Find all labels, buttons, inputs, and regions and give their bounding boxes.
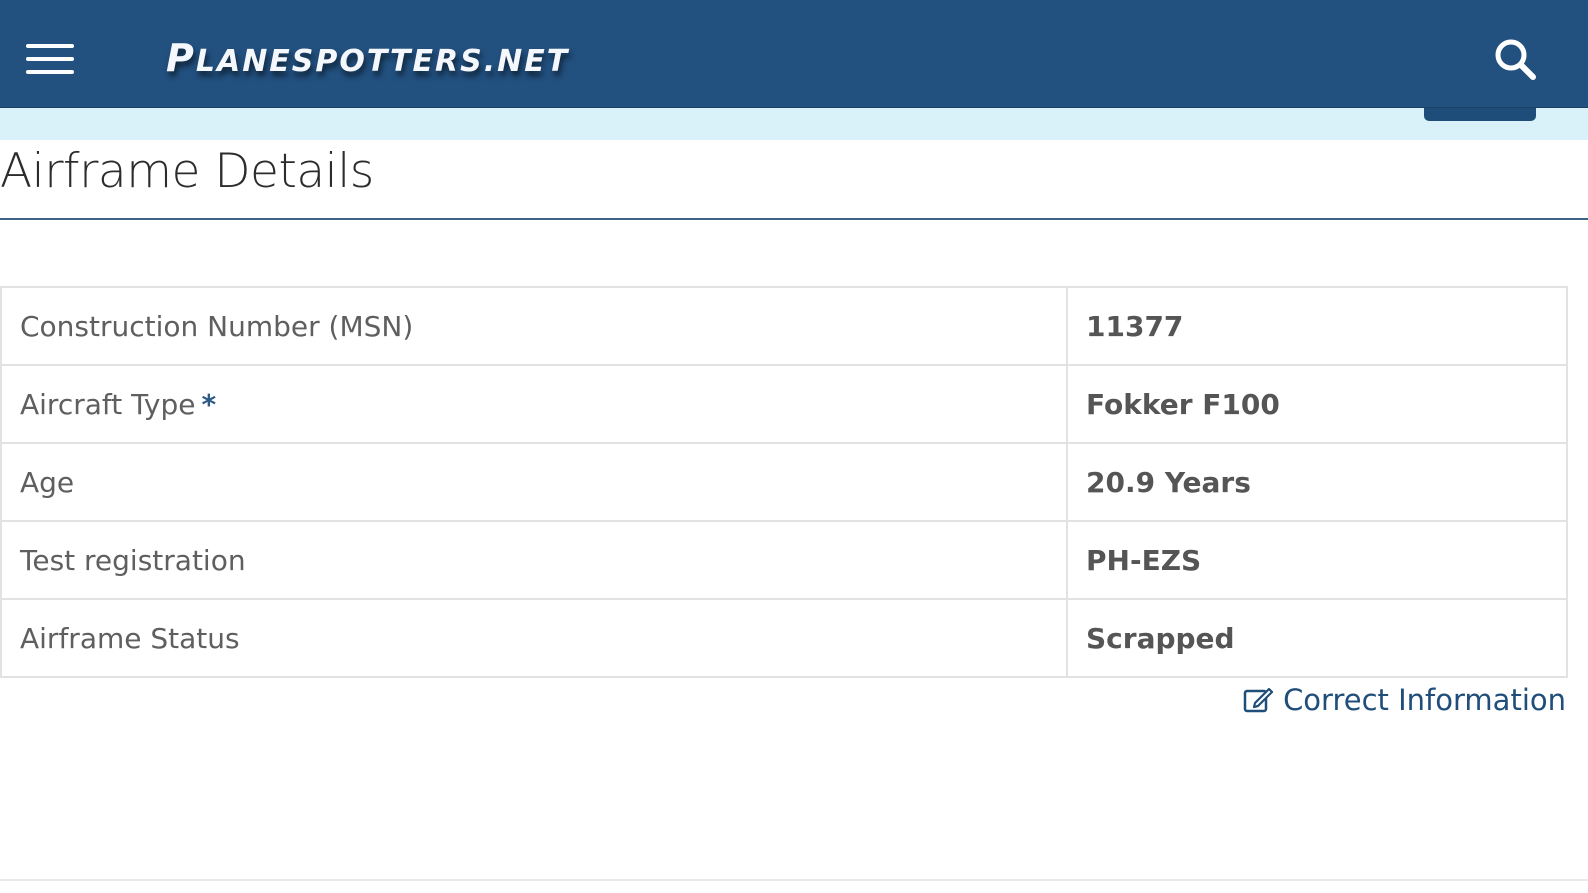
row-value: Scrapped <box>1066 598 1568 678</box>
row-label: Aircraft Type <box>20 387 196 421</box>
correct-information-label: Correct Information <box>1283 683 1566 717</box>
row-value: 20.9 Years <box>1066 442 1568 522</box>
airframe-details-table: Construction Number (MSN) 11377 Aircraft… <box>0 286 1568 678</box>
row-label: Airframe Status <box>0 598 1068 678</box>
correct-information-link[interactable]: Correct Information <box>1243 683 1566 717</box>
table-row: Test registration PH-EZS <box>0 520 1568 600</box>
table-row: Construction Number (MSN) 11377 <box>0 286 1568 366</box>
logo-initial: P <box>166 36 196 80</box>
sub-banner <box>0 108 1588 140</box>
info-asterisk[interactable]: * <box>201 388 216 421</box>
page-title: Airframe Details <box>0 144 374 199</box>
table-row: Age 20.9 Years <box>0 442 1568 522</box>
logo-text: lanespotters.net <box>195 44 570 79</box>
row-value: PH-EZS <box>1066 520 1568 600</box>
row-value: Fokker F100 <box>1066 364 1568 444</box>
top-navbar: Planespotters.net <box>0 0 1588 108</box>
hamburger-menu-icon[interactable] <box>26 42 76 76</box>
table-row: Aircraft Type * Fokker F100 <box>0 364 1568 444</box>
row-label: Age <box>0 442 1068 522</box>
table-row: Airframe Status Scrapped <box>0 598 1568 678</box>
row-label-cell: Aircraft Type * <box>0 364 1068 444</box>
search-icon[interactable] <box>1492 36 1538 82</box>
row-value: 11377 <box>1066 286 1568 366</box>
edit-icon <box>1243 687 1274 713</box>
row-label: Construction Number (MSN) <box>0 286 1068 366</box>
title-divider <box>0 218 1588 220</box>
site-logo[interactable]: Planespotters.net <box>166 36 569 80</box>
footer-divider <box>0 879 1588 881</box>
page: Planespotters.net Airframe Details Const… <box>0 0 1588 893</box>
row-label: Test registration <box>0 520 1068 600</box>
banner-tab[interactable] <box>1424 108 1536 121</box>
